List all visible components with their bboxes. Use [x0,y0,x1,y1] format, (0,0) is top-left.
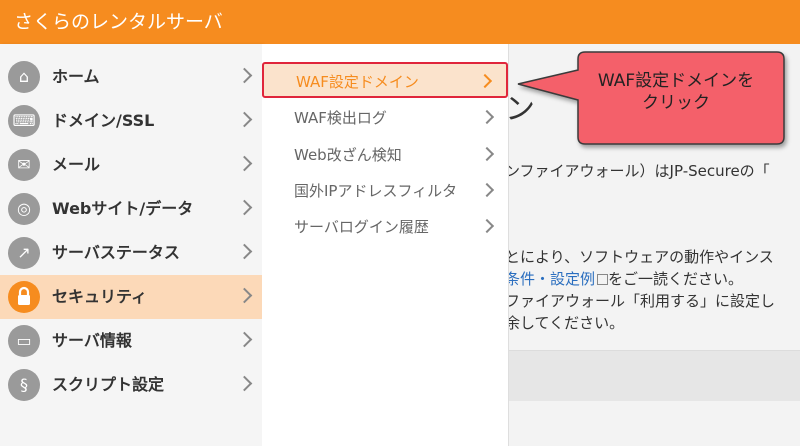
chevron-right-icon [236,287,253,304]
app-title[interactable]: さくらのレンタルサーバ [14,11,223,33]
submenu-item-label: WAF検出ログ [294,109,387,127]
submenu-item-label: サーバログイン履歴 [294,218,429,236]
description-line-4: ファイアウォール「利用する」に設定し [505,292,776,310]
sidebar-item-server-info[interactable]: ▭ サーバ情報 [0,319,262,363]
callout-line-1: WAF設定ドメインを [597,71,755,91]
sidebar-item-label: ホーム [52,67,100,86]
chevron-right-icon [479,218,495,234]
callout-line-2: クリック [642,93,710,113]
submenu-item-label: Web改ざん検知 [294,146,402,164]
sidebar-item-label: サーバステータス [52,243,180,262]
sidebar: ⌂ ホーム ⌨ ドメイン/SSL ✉ メール ◎ Webサイト/データ ↗ サー… [0,44,262,446]
submenu-item-label: WAF設定ドメイン [296,73,419,91]
chevron-right-icon [236,155,253,172]
chevron-right-icon [479,146,495,162]
external-link-icon [597,274,609,285]
chevron-right-icon [477,73,493,89]
sidebar-item-server-status[interactable]: ↗ サーバステータス [0,231,262,275]
chevron-right-icon [236,199,253,216]
chevron-right-icon [236,331,253,348]
sidebar-item-website-data[interactable]: ◎ Webサイト/データ [0,187,262,231]
chevron-right-icon [236,243,253,260]
chevron-right-icon [236,111,253,128]
home-icon: ⌂ [8,61,40,93]
submenu-item-waf-log[interactable]: WAF検出ログ [262,100,508,136]
content-panel [505,350,800,401]
chevron-right-icon [236,375,253,392]
sidebar-item-mail[interactable]: ✉ メール [0,143,262,187]
sidebar-item-label: Webサイト/データ [52,199,194,218]
sidebar-item-label: スクリプト設定 [52,375,165,394]
lock-icon [8,281,40,313]
description-line-2: とにより、ソフトウェアの動作やインス [505,248,774,266]
chevron-right-icon [479,182,495,198]
sidebar-item-label: ドメイン/SSL [52,111,155,130]
callout-text: WAF設定ドメインを クリック [578,70,774,114]
submenu-item-waf-domains[interactable]: WAF設定ドメイン [262,62,508,98]
sidebar-item-label: セキュリティ [52,287,148,306]
chart-icon: ↗ [8,237,40,269]
chevron-right-icon [479,109,495,125]
server-icon: ▭ [8,325,40,357]
script-file-icon: § [8,369,40,401]
description-line-3: 条件・設定例 をご一読ください。 [505,268,743,289]
security-submenu: WAF設定ドメイン WAF検出ログ Web改ざん検知 国外IPアドレスフィルタ … [262,44,509,446]
app-header: さくらのレンタルサーバ [0,0,800,44]
sidebar-item-script-settings[interactable]: § スクリプト設定 [0,363,262,407]
sidebar-item-domain-ssl[interactable]: ⌨ ドメイン/SSL [0,99,262,143]
submenu-item-web-tamper-detection[interactable]: Web改ざん検知 [262,137,508,173]
description-line-1: ンファイアウォール）はJP-Secureの「 [505,162,770,180]
conditions-link[interactable]: 条件・設定例 [505,270,595,288]
submenu-item-login-history[interactable]: サーバログイン履歴 [262,209,508,245]
page-title: ン [505,92,535,127]
description-line-5: 余してください。 [505,314,625,332]
sidebar-item-label: メール [52,155,101,174]
sidebar-item-security[interactable]: セキュリティ [0,275,262,319]
sidebar-item-label: サーバ情報 [52,331,132,350]
chevron-right-icon [236,67,253,84]
keyboard-icon: ⌨ [8,105,40,137]
submenu-item-foreign-ip-filter[interactable]: 国外IPアドレスフィルタ [262,173,508,209]
globe-icon: ◎ [8,193,40,225]
description-line-3-text: をご一読ください。 [608,270,744,288]
submenu-item-label: 国外IPアドレスフィルタ [294,182,458,200]
sidebar-item-home[interactable]: ⌂ ホーム [0,55,262,99]
mail-icon: ✉ [8,149,40,181]
